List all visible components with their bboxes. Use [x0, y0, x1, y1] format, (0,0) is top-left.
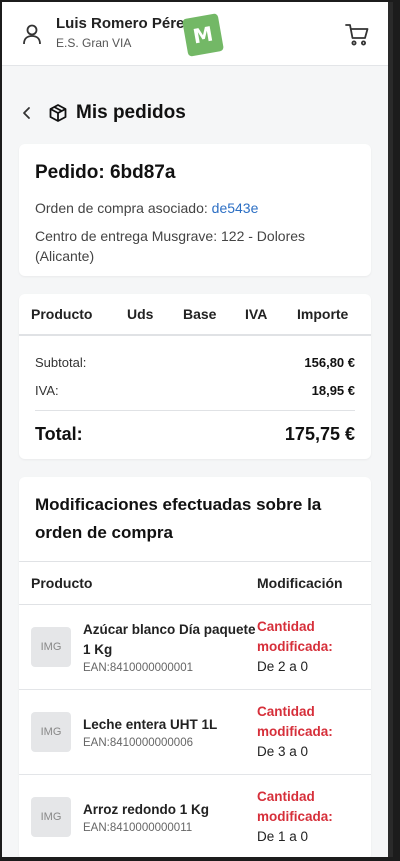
modification-label: Cantidad modificada:	[257, 619, 333, 654]
iva-row: IVA: 18,95 €	[35, 376, 355, 404]
modification-label: Cantidad modificada:	[257, 789, 333, 824]
product-info: Leche entera UHT 1L EAN:8410000000006	[83, 715, 257, 749]
summary: Subtotal: 156,80 € IVA: 18,95 € Total: 1…	[19, 336, 371, 449]
product-name: Azúcar blanco Día paquete 1 Kg	[83, 622, 256, 657]
modification-row[interactable]: IMG Azúcar blanco Día paquete 1 Kg EAN:8…	[19, 605, 371, 690]
col-importe: Importe	[297, 306, 349, 322]
total-row: Total: 175,75 €	[35, 419, 355, 449]
purchase-order-link[interactable]: de543e	[212, 200, 259, 216]
order-lines-card: Producto Uds Base IVA Importe Subtotal: …	[19, 294, 371, 459]
col-producto: Producto	[31, 306, 93, 322]
top-bar: Luis Romero Pérez E.S. Gran VIA M	[2, 2, 388, 66]
product-image-placeholder: IMG	[31, 627, 71, 667]
modification-info: Cantidad modificada: De 3 a 0	[257, 702, 359, 762]
order-lines-header: Producto Uds Base IVA Importe	[19, 294, 371, 336]
order-title: Pedido: 6bd87a	[35, 162, 176, 183]
modification-row[interactable]: IMG Leche entera UHT 1L EAN:841000000000…	[19, 690, 371, 775]
delivery-center: Centro de entrega Musgrave: 122 - Dolore…	[35, 228, 306, 264]
page-title-row: Mis pedidos	[2, 66, 388, 136]
user-name: Luis Romero Pérez	[56, 14, 192, 32]
cart-icon[interactable]	[344, 22, 370, 48]
modification-row[interactable]: IMG Arroz redondo 1 Kg EAN:8410000000011…	[19, 775, 371, 857]
page-title: Mis pedidos	[76, 102, 186, 123]
product-info: Arroz redondo 1 Kg EAN:8410000000011	[83, 800, 257, 834]
iva-value: 18,95 €	[311, 382, 355, 398]
col-mod-producto: Producto	[31, 575, 93, 591]
brand-logo[interactable]: M	[181, 13, 225, 57]
product-name: Leche entera UHT 1L	[83, 717, 218, 732]
purchase-order-line: Orden de compra asociado: de543e	[35, 198, 355, 218]
modification-value: De 2 a 0	[257, 659, 309, 674]
subtotal-row: Subtotal: 156,80 €	[35, 348, 355, 376]
logo-letter: M	[191, 21, 215, 49]
modification-info: Cantidad modificada: De 2 a 0	[257, 617, 359, 677]
product-image-placeholder: IMG	[31, 712, 71, 752]
col-base: Base	[183, 306, 217, 322]
store-name: E.S. Gran VIA	[56, 35, 132, 50]
col-modificacion: Modificación	[257, 575, 343, 591]
product-ean: EAN:8410000000001	[83, 662, 193, 674]
modification-value: De 1 a 0	[257, 829, 309, 844]
total-value: 175,75 €	[284, 423, 355, 444]
box-icon	[49, 104, 67, 122]
modifications-header: Producto Modificación	[19, 561, 371, 605]
product-name: Arroz redondo 1 Kg	[83, 802, 210, 817]
modification-value: De 3 a 0	[257, 744, 309, 759]
product-ean: EAN:8410000000011	[83, 822, 193, 834]
back-chevron-icon[interactable]	[20, 106, 34, 120]
user-icon[interactable]	[22, 23, 42, 45]
total-label: Total:	[35, 423, 83, 444]
modification-info: Cantidad modificada: De 1 a 0	[257, 787, 359, 847]
summary-divider	[35, 410, 355, 411]
col-iva: IVA	[245, 306, 268, 322]
modification-label: Cantidad modificada:	[257, 704, 333, 739]
user-block[interactable]: Luis Romero Pérez E.S. Gran VIA	[56, 14, 192, 51]
subtotal-value: 156,80 €	[304, 354, 355, 370]
purchase-order-label: Orden de compra asociado:	[35, 200, 208, 216]
iva-label: IVA:	[35, 382, 59, 398]
modifications-title: Modificaciones efectuadas sobre la orden…	[35, 495, 322, 542]
product-info: Azúcar blanco Día paquete 1 Kg EAN:84100…	[83, 620, 257, 674]
subtotal-label: Subtotal:	[35, 354, 87, 370]
product-ean: EAN:8410000000006	[83, 737, 193, 749]
app-frame: Luis Romero Pérez E.S. Gran VIA M Mis pe…	[2, 2, 393, 857]
col-uds: Uds	[127, 306, 154, 322]
product-image-placeholder: IMG	[31, 797, 71, 837]
modifications-card: Modificaciones efectuadas sobre la orden…	[19, 477, 371, 857]
order-card: Pedido: 6bd87a Orden de compra asociado:…	[19, 144, 371, 276]
